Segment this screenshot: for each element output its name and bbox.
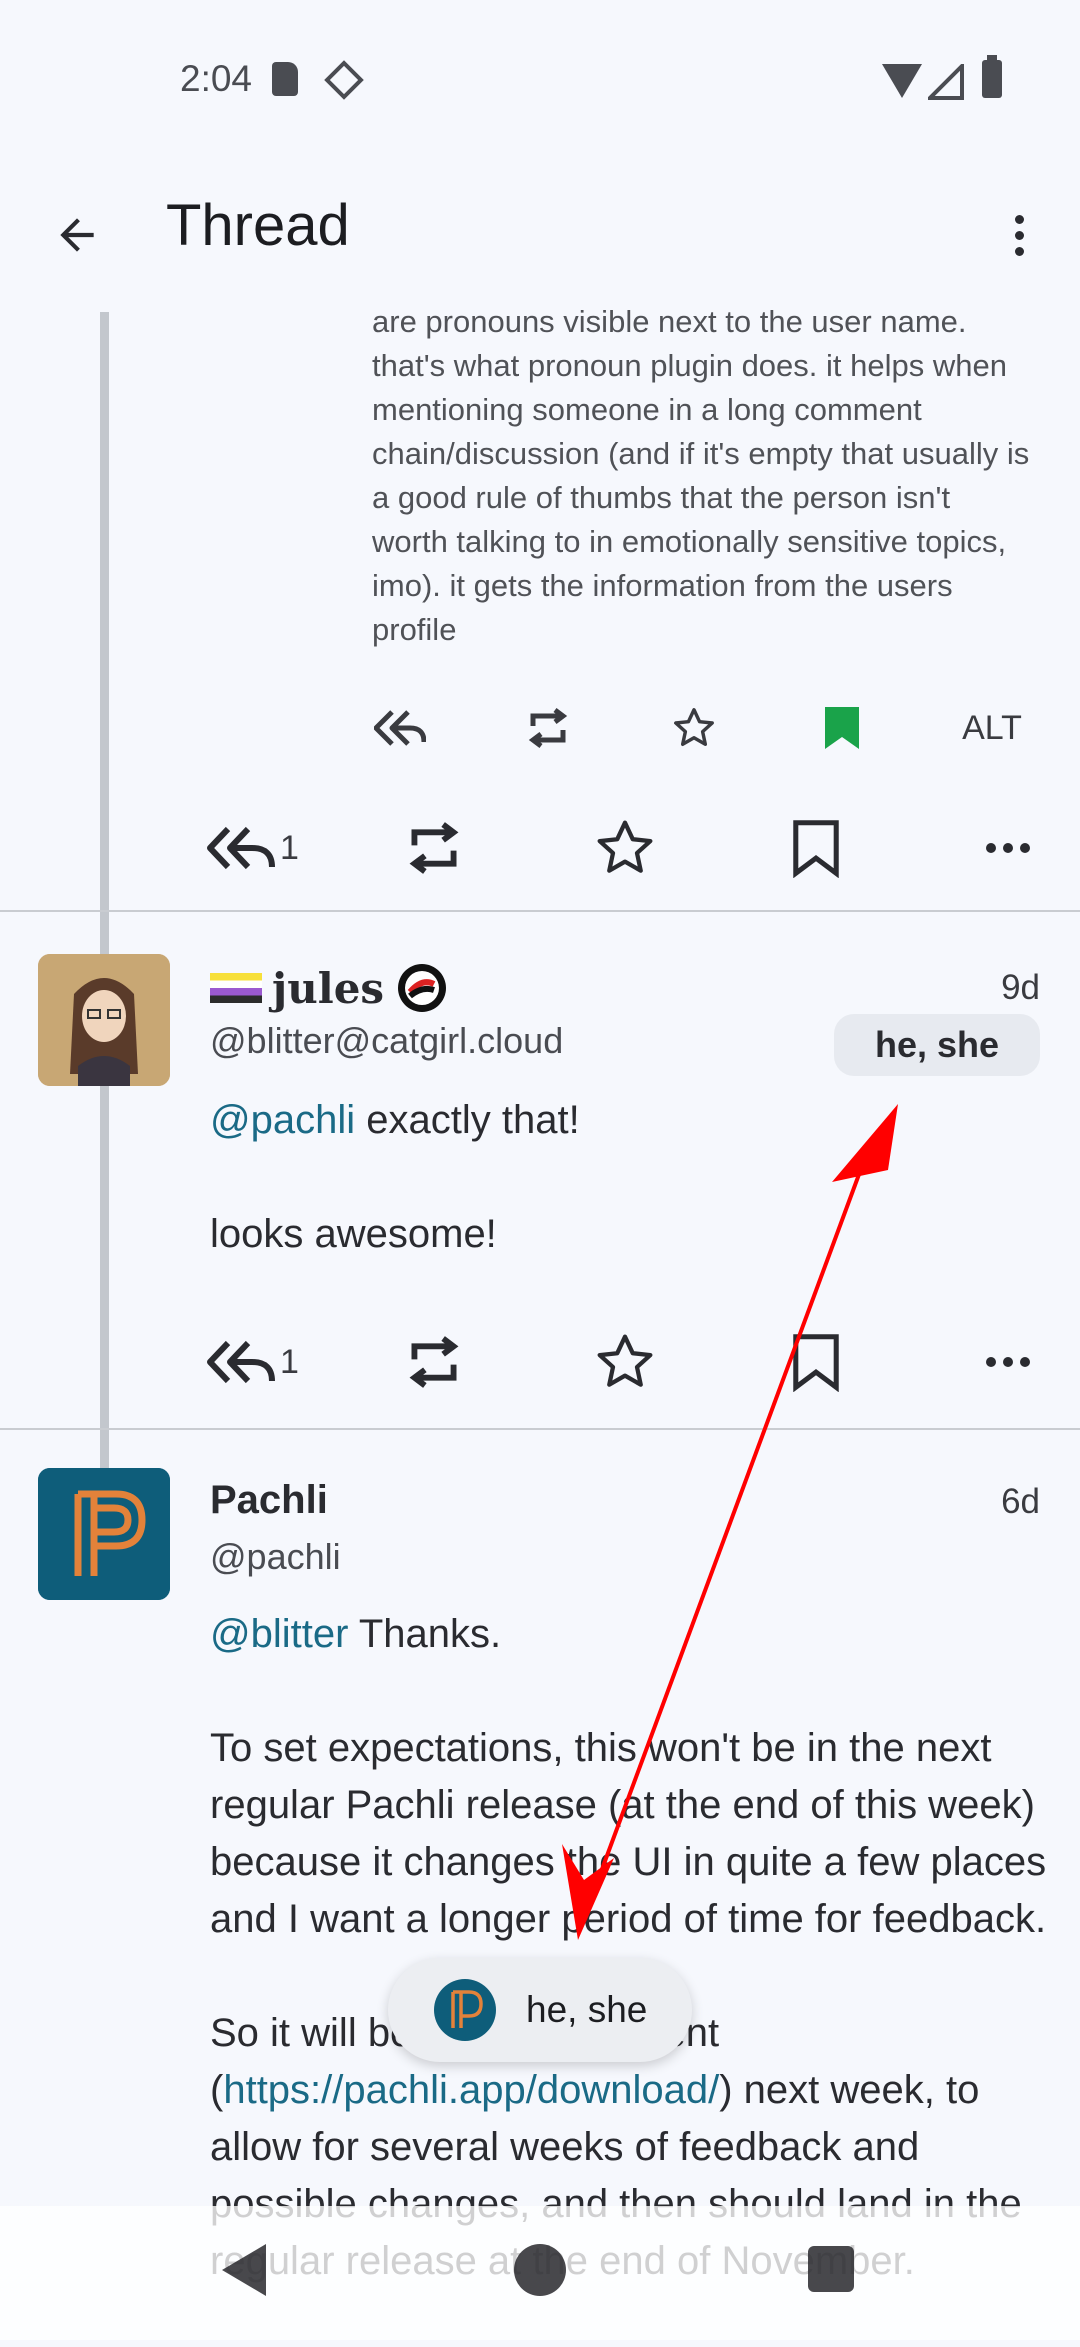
reply-all-icon <box>207 826 275 870</box>
battery-icon <box>982 55 1002 98</box>
image-bookmark-icon <box>812 700 872 756</box>
sd-card-icon <box>272 62 298 96</box>
star-icon <box>597 820 653 873</box>
image-reply-all-icon <box>370 700 430 756</box>
author-handle-jules: @blitter@catgirl.cloud <box>210 1020 564 1061</box>
status-bar: 2:04 <box>0 0 1080 160</box>
display-name: jules <box>272 963 385 1013</box>
more-actions-button[interactable] <box>984 1322 1032 1402</box>
reply-count: 1 <box>280 1342 299 1381</box>
bookmark-icon <box>793 820 839 878</box>
content-text: looks awesome! <box>210 1212 497 1256</box>
image-action-row: ALT <box>370 700 1030 760</box>
post-divider <box>0 910 1080 912</box>
pronoun-toast: he, she <box>388 1958 692 2062</box>
more-options-icon[interactable] <box>996 198 1042 272</box>
content-text: Thanks. <box>348 1612 502 1656</box>
reply-count: 1 <box>280 828 299 867</box>
image-star-icon <box>664 700 724 756</box>
download-link[interactable]: https://pachli.app/download/ <box>223 2068 719 2112</box>
status-time: 2:04 <box>180 58 253 99</box>
post-actions-jules: 1 <box>0 1322 1080 1402</box>
more-horiz-icon <box>986 1357 1030 1367</box>
antifa-badge-icon <box>398 964 447 1012</box>
nonbinary-flag-icon <box>210 973 262 1003</box>
image-boost-icon <box>518 700 578 756</box>
reply-button[interactable]: 1 <box>206 1322 299 1402</box>
post-date-pachli: 6d <box>1001 1482 1040 1521</box>
author-name-pachli: Pachli <box>210 1478 328 1522</box>
system-nav-bar <box>0 2206 1080 2340</box>
page-title: Thread <box>166 193 350 258</box>
star-icon <box>597 1334 653 1387</box>
notification-diamond-icon <box>324 60 364 100</box>
more-actions-button[interactable] <box>984 808 1032 888</box>
boost-button[interactable] <box>404 808 464 888</box>
signal-icon <box>928 64 964 100</box>
boost-icon <box>409 1336 459 1388</box>
pachli-logo-icon <box>434 1979 496 2041</box>
nav-back-icon[interactable] <box>222 2244 266 2296</box>
mention-link[interactable]: @blitter <box>210 1612 348 1656</box>
content-text: exactly that! <box>355 1098 580 1142</box>
thread-line <box>100 312 109 1490</box>
avatar-jules[interactable] <box>38 954 170 1086</box>
image-alt-badge: ALT <box>962 708 1022 747</box>
bookmark-icon <box>793 1334 839 1392</box>
back-arrow-icon[interactable] <box>40 198 114 272</box>
reply-all-icon <box>207 1340 275 1384</box>
post-date-jules: 9d <box>1001 968 1040 1007</box>
avatar-pachli[interactable] <box>38 1468 170 1600</box>
favourite-button[interactable] <box>592 1322 658 1402</box>
post-content-jules: @pachli exactly that! looks awesome! <box>210 1092 1050 1320</box>
more-horiz-icon <box>986 843 1030 853</box>
app-bar: Thread <box>0 160 1080 290</box>
bookmark-button[interactable] <box>792 1322 840 1402</box>
boost-icon <box>409 822 459 874</box>
boost-button[interactable] <box>404 1322 464 1402</box>
author-handle-pachli: @pachli <box>210 1536 341 1577</box>
bookmark-button[interactable] <box>792 808 840 888</box>
pronoun-badge[interactable]: he, she <box>834 1014 1040 1076</box>
favourite-button[interactable] <box>592 808 658 888</box>
nav-recents-icon[interactable] <box>808 2246 854 2292</box>
post-actions-previous: 1 <box>0 808 1080 888</box>
mention-link[interactable]: @pachli <box>210 1098 355 1142</box>
nav-home-icon[interactable] <box>514 2244 566 2296</box>
wifi-icon <box>882 64 922 98</box>
post-divider <box>0 1428 1080 1430</box>
toast-text: he, she <box>526 1989 648 2030</box>
reply-button[interactable]: 1 <box>206 808 299 888</box>
author-name-jules: jules <box>210 962 448 1014</box>
attached-image-text[interactable]: are pronouns visible next to the user na… <box>372 300 1032 650</box>
content-text: To set expectations, this won't be in th… <box>210 1726 1047 1941</box>
